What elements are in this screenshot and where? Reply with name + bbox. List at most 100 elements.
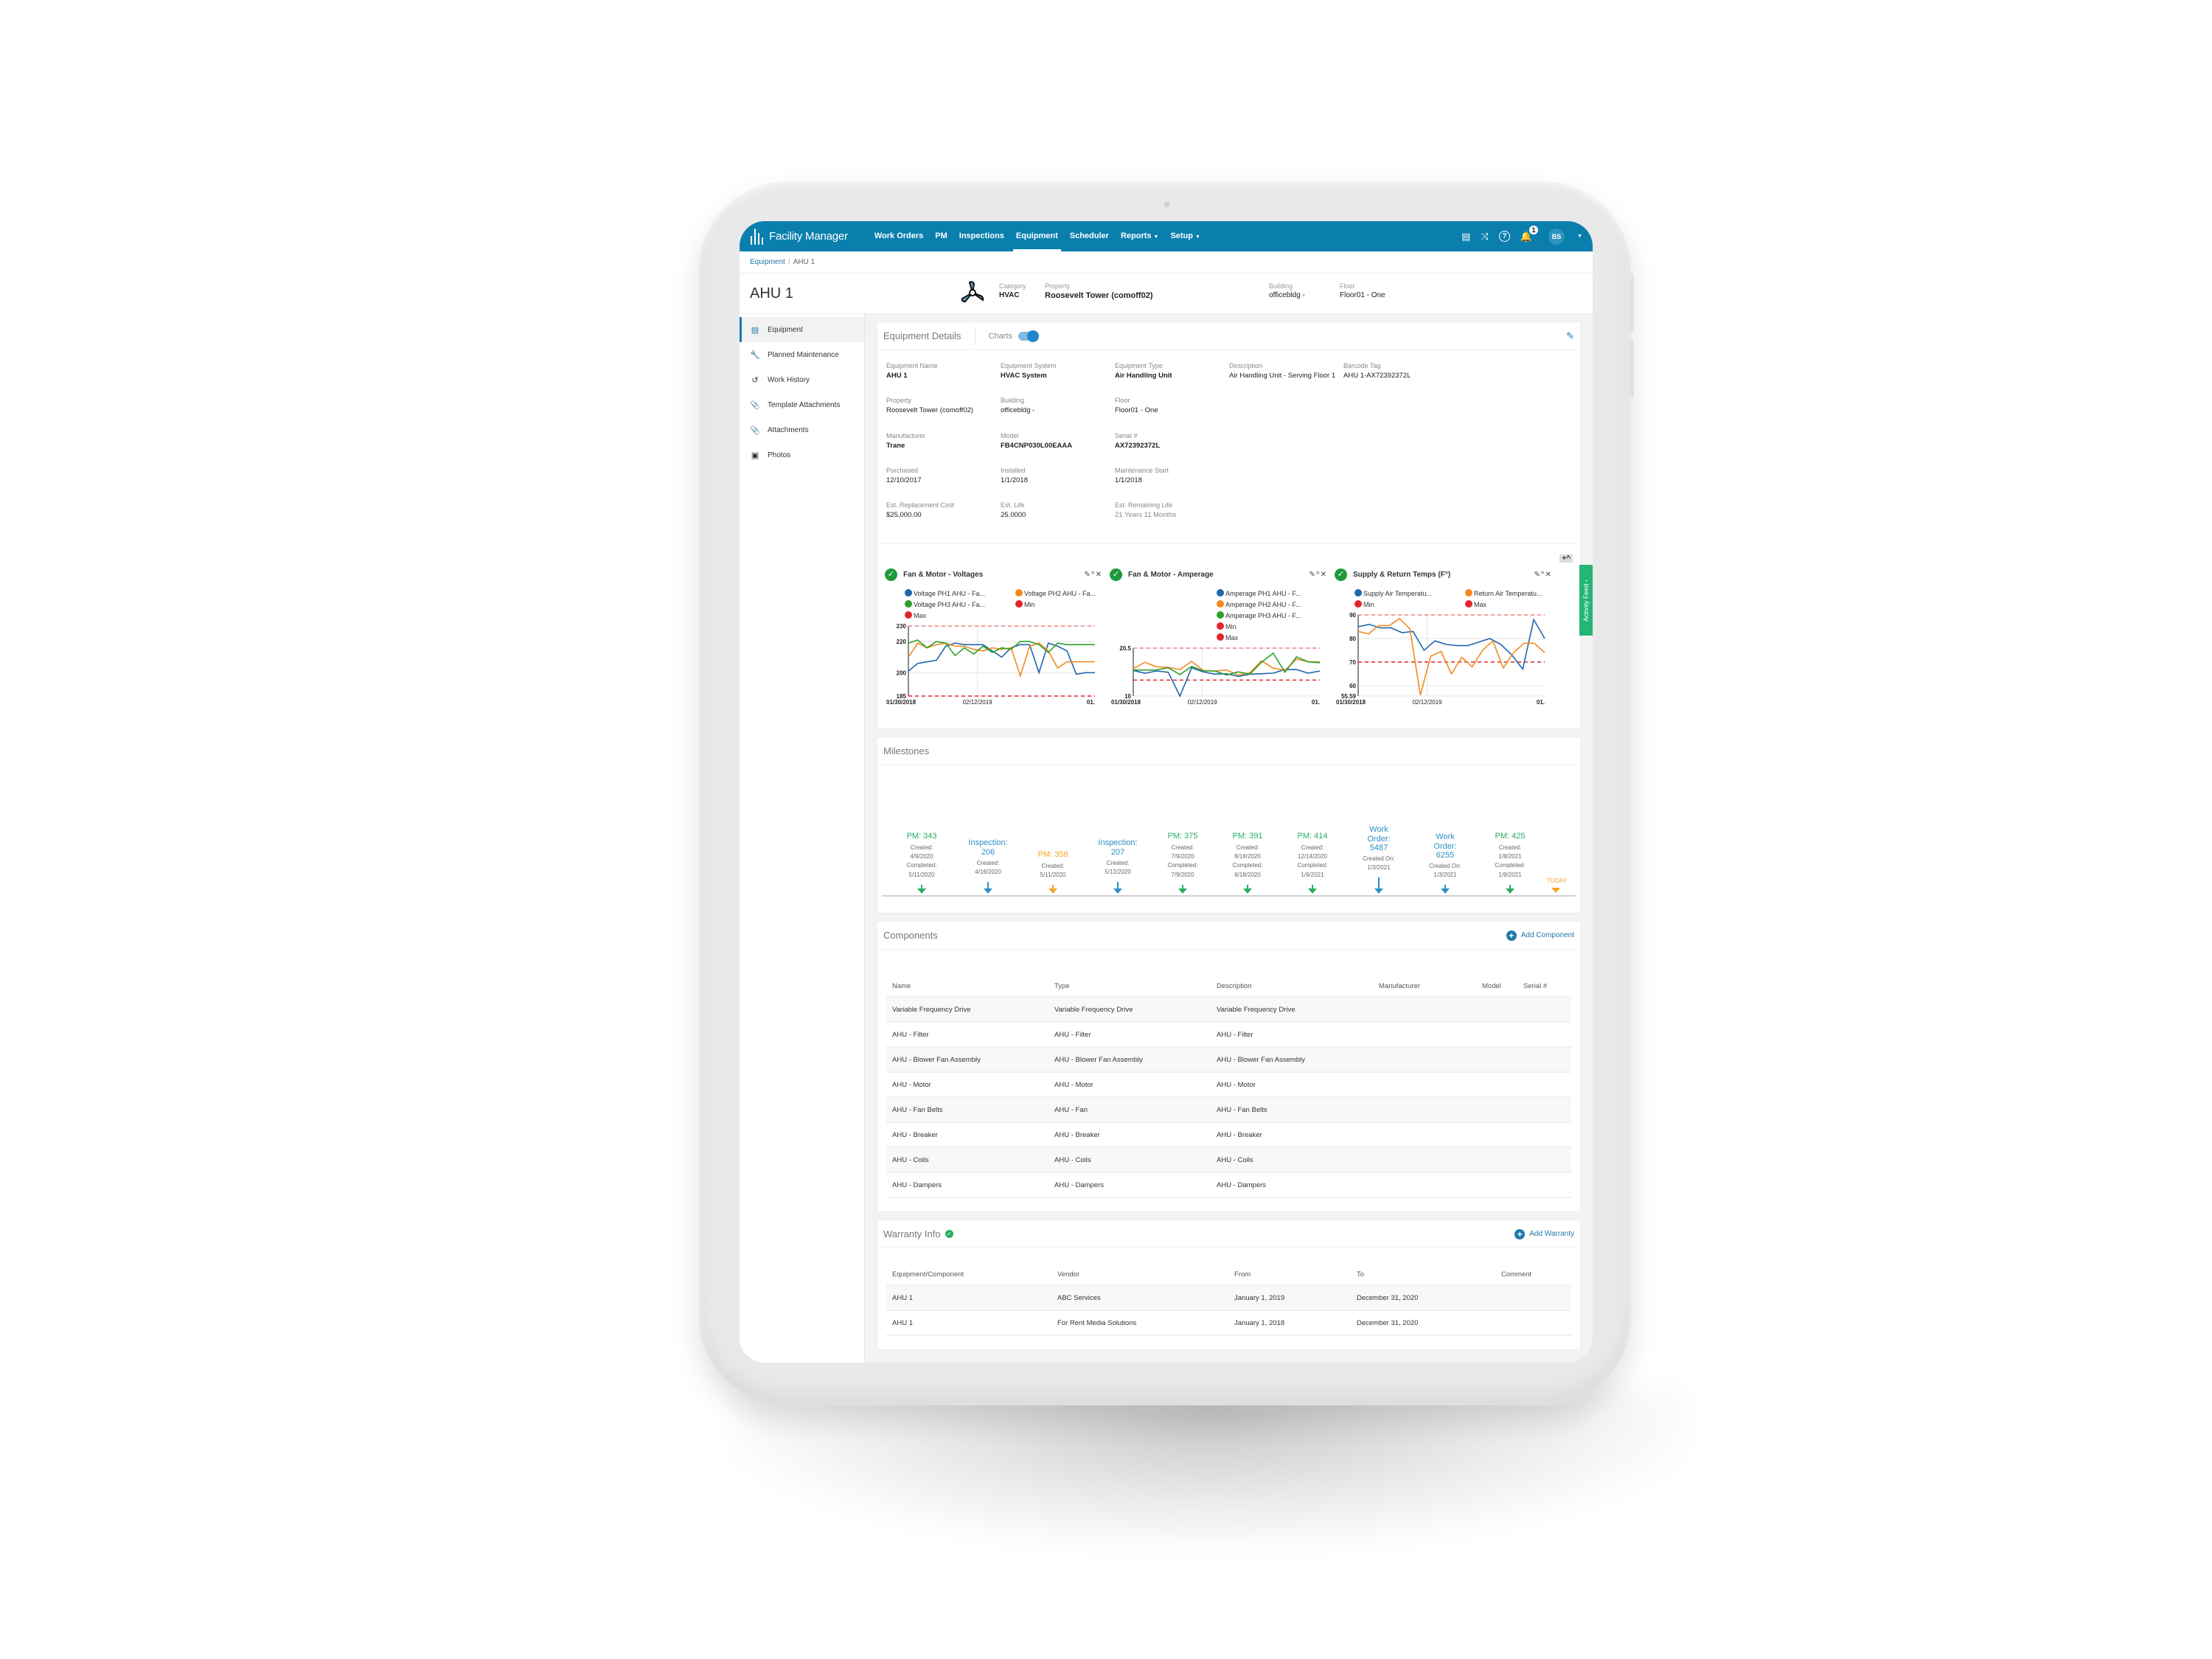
column-header[interactable]: Serial # — [1517, 976, 1571, 998]
table-cell — [1373, 997, 1476, 1023]
legend-item[interactable]: Amperage PH3 AHU - F... — [1217, 611, 1301, 619]
nav-work-orders[interactable]: Work Orders — [874, 221, 923, 251]
table-row[interactable]: AHU - Dampers AHU - Dampers AHU - Dampers — [886, 1172, 1571, 1199]
field-value: FB4CNP030L00EAAA — [1001, 441, 1073, 450]
table-row[interactable]: AHU 1 For Rent Media Solutions January 1, … — [886, 1310, 1571, 1337]
close-icon[interactable]: ✕ — [1096, 571, 1102, 579]
warranty-card: Warranty Info ✓ + Add Warranty Equipment… — [877, 1220, 1581, 1351]
charts-toggle[interactable] — [1018, 330, 1039, 342]
table-row[interactable]: AHU - Breaker AHU - Breaker AHU - Breaker — [886, 1122, 1571, 1149]
shuffle-icon[interactable]: ⤨ — [1481, 231, 1488, 243]
table-row[interactable]: AHU - Fan Belts AHU - Fan AHU - Fan Belts — [886, 1097, 1571, 1124]
field-property: Property Roosevelt Tower (comoff02) — [886, 397, 1001, 415]
edit-pencil-icon[interactable]: ✎ — [1310, 571, 1316, 579]
chart-card: ✓ Fan & Motor - Voltages ✎^✕ Voltage PH1 AH… — [885, 566, 1102, 714]
milestone-pm[interactable]: PM: 343 Created: 4/9/2020 Completed: 5/11/20… — [892, 832, 951, 894]
column-header[interactable]: Model — [1476, 976, 1517, 998]
chart-svg: Amperage PH1 AHU - F... Amperage PH2 AHU … — [1111, 589, 1321, 706]
legend-item[interactable]: Return Air Temperatu... — [1465, 589, 1542, 597]
milestone-pm[interactable]: PM: 414 Created: 12/14/2020 Completed: 1/6/2… — [1283, 832, 1342, 894]
table-cell: AHU - Coils — [886, 1147, 1048, 1174]
user-menu-chevron-down-icon[interactable]: ▼ — [1577, 234, 1582, 239]
nav-inspections[interactable]: Inspections — [959, 221, 1004, 251]
table-row[interactable]: AHU - Filter AHU - Filter AHU - Filter — [886, 1022, 1571, 1048]
milestone-pm-open[interactable]: PM: 358 Created: 5/11/2020 — [1023, 850, 1082, 894]
column-header[interactable]: Description — [1211, 976, 1373, 998]
nav-pm[interactable]: PM — [935, 221, 947, 251]
legend-item[interactable]: Voltage PH1 AHU - Fa... — [905, 589, 985, 597]
table-row[interactable]: AHU 1 ABC Services January 1, 2019 December… — [886, 1285, 1571, 1312]
sidebar-item-attachments[interactable]: 📎 Attachments — [740, 417, 864, 442]
legend-item[interactable]: Amperage PH1 AHU - F... — [1217, 589, 1301, 597]
nav-setup[interactable]: Setup ▼ — [1170, 221, 1200, 251]
edit-pencil-icon[interactable]: ✎ — [1566, 330, 1574, 342]
close-icon[interactable]: ✕ — [1545, 571, 1552, 579]
column-header[interactable]: From — [1228, 1265, 1351, 1287]
x-tick-label: 01/30/2018 — [1111, 699, 1141, 706]
milestone-work-order[interactable]: Work Order: 6255 Created On: 1/3/2021 — [1416, 832, 1475, 894]
legend-item[interactable]: Min — [1217, 622, 1237, 630]
legend-item[interactable]: Max — [1465, 600, 1487, 608]
column-header[interactable]: Vendor — [1051, 1265, 1228, 1287]
legend-swatch — [1354, 600, 1362, 608]
column-header[interactable]: Type — [1048, 976, 1211, 998]
nav-equipment[interactable]: Equipment — [1012, 221, 1061, 251]
edit-pencil-icon[interactable]: ✎ — [1534, 571, 1541, 579]
milestone-pm[interactable]: PM: 375 Created: 7/9/2020 Completed: 7/9/202… — [1153, 832, 1212, 894]
brand[interactable]: Facility Manager — [750, 228, 848, 245]
table-row[interactable]: AHU - Coils AHU - Coils AHU - Coils — [886, 1147, 1571, 1174]
down-arrow-icon — [1113, 888, 1122, 894]
sidebar-item-planned-maintenance[interactable]: 🔧 Planned Maintenance — [740, 342, 864, 367]
user-avatar[interactable]: BS — [1548, 228, 1565, 245]
column-header[interactable]: To — [1351, 1265, 1495, 1287]
activity-feed-tab[interactable]: Activity Feed ‹ — [1579, 565, 1593, 636]
sidebar-item-photos[interactable]: ▣ Photos — [740, 442, 864, 467]
field-value: 25.0000 — [1001, 511, 1026, 520]
field-maintenance-start: Maintenance Start 1/1/2018 — [1115, 467, 1229, 485]
milestone-pm[interactable]: PM: 425 Created: 1/8/2021 Completed: 1/8/202… — [1481, 832, 1540, 894]
bell-icon[interactable]: 🔔 1 — [1520, 225, 1539, 243]
help-icon[interactable]: ? — [1498, 231, 1510, 242]
column-header[interactable]: Manufacturer — [1373, 976, 1476, 998]
sidebar-item-template-attachments[interactable]: 📎 Template Attachments — [740, 392, 864, 417]
milestone-work-order[interactable]: Work Order: 5487 Created On: 1/3/2021 — [1349, 825, 1408, 894]
legend-item[interactable]: Amperage PH2 AHU - F... — [1217, 600, 1301, 608]
add-component-button[interactable]: + Add Component — [1506, 930, 1574, 941]
column-header[interactable]: Comment — [1495, 1265, 1571, 1287]
sidebar-item-equipment[interactable]: ▤ Equipment — [740, 317, 864, 342]
x-tick-label: 01. — [1087, 699, 1095, 706]
status-check-icon: ✓ — [1110, 568, 1122, 581]
close-icon[interactable]: ✕ — [1321, 571, 1327, 579]
table-row[interactable]: AHU - Blower Fan Assembly AHU - Blower Fa… — [886, 1047, 1571, 1074]
milestone-date-line: 8/18/2020 — [1234, 852, 1261, 860]
column-header[interactable]: Equipment/Component — [886, 1265, 1051, 1287]
field-barcode-tag: Barcode Tag AHU 1-AX72392372L — [1343, 362, 1458, 380]
legend-item[interactable]: Max — [905, 611, 927, 619]
legend-item[interactable]: Voltage PH3 AHU - Fa... — [905, 600, 985, 608]
legend-item[interactable]: Voltage PH2 AHU - Fa... — [1015, 589, 1096, 597]
sidebar-item-work-history[interactable]: ↺ Work History — [740, 367, 864, 392]
tablet-camera — [1164, 202, 1169, 207]
table-row[interactable]: Variable Frequency Drive Variable Frequen… — [886, 997, 1571, 1023]
x-tick-label: 01. — [1312, 699, 1320, 706]
table-cell: AHU - Fan Belts — [1211, 1097, 1373, 1124]
legend-item[interactable]: Max — [1217, 633, 1239, 641]
legend-item[interactable]: Min — [1354, 600, 1374, 608]
nav-scheduler[interactable]: Scheduler — [1070, 221, 1109, 251]
nav-reports[interactable]: Reports ▼ — [1121, 221, 1159, 251]
milestone-inspection[interactable]: Inspection: 207 Created: 5/12/2020 — [1088, 838, 1147, 894]
milestone-title: PM: 358 — [1037, 850, 1068, 860]
database-icon[interactable]: ▤ — [1461, 231, 1470, 243]
milestone-inspection[interactable]: Inspection: 206 Created: 4/16/2020 — [959, 838, 1018, 894]
nav-right-tools: ▤ ⤨ ? 🔔 1 BS ▼ — [1461, 225, 1582, 245]
milestone-pm[interactable]: PM: 391 Created: 8/18/2020 Completed: 8/18/2… — [1218, 832, 1277, 894]
legend-item[interactable]: Supply Air Temperatu... — [1354, 589, 1432, 597]
add-warranty-button[interactable]: + Add Warranty — [1514, 1228, 1574, 1239]
legend-item[interactable]: Min — [1015, 600, 1035, 608]
table-row[interactable]: AHU - Motor AHU - Motor AHU - Motor — [886, 1072, 1571, 1099]
edit-pencil-icon[interactable]: ✎ — [1085, 571, 1091, 579]
field-value: 1/1/2018 — [1115, 476, 1142, 484]
breadcrumb-equipment-link[interactable]: Equipment — [750, 258, 785, 266]
add-chart-button[interactable]: +^ — [1559, 554, 1573, 563]
column-header[interactable]: Name — [886, 976, 1048, 998]
